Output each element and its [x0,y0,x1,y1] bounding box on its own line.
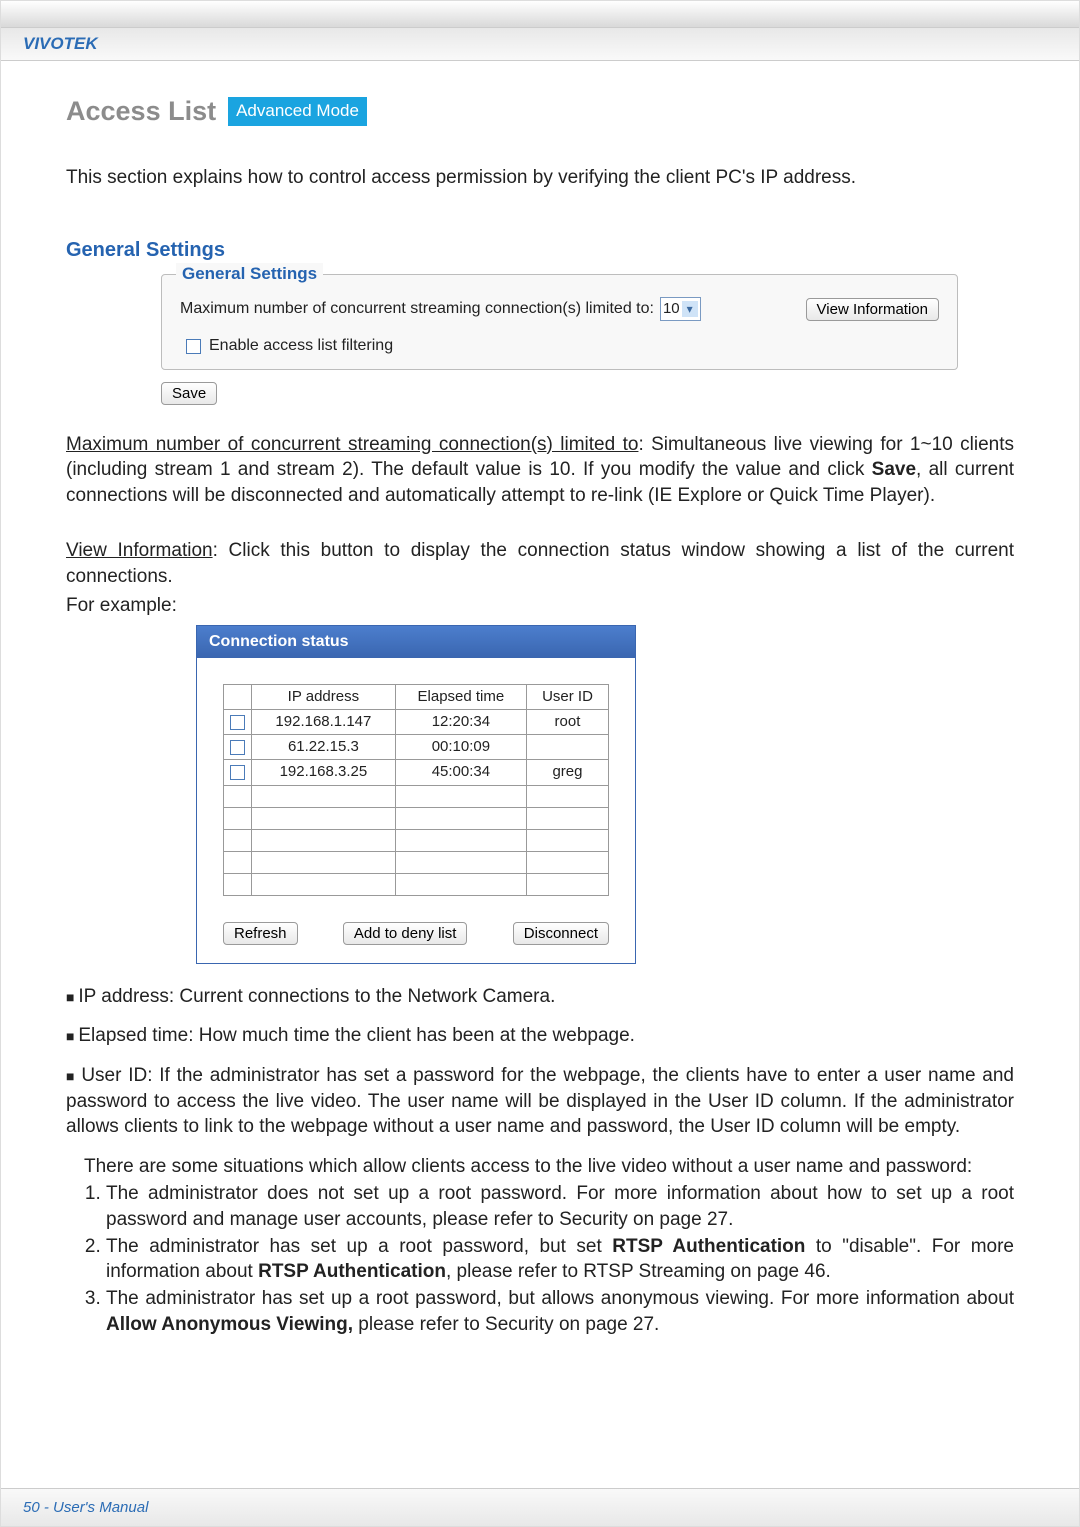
max-connections-label: Maximum number of concurrent streaming c… [180,298,654,320]
connection-status-panel: Connection status IP addressElapsed time… [196,625,636,964]
numbered-item-3: The administrator has set up a root pass… [106,1286,1014,1337]
cell-ip: 192.168.3.25 [252,760,396,785]
cell-elapsed: 12:20:34 [395,709,526,734]
cell-user: root [526,709,608,734]
add-to-deny-list-button[interactable]: Add to deny list [343,922,468,945]
table-row [224,873,609,895]
cell-elapsed [395,829,526,851]
advanced-mode-badge: Advanced Mode [228,97,367,126]
chevron-down-icon: ▾ [682,301,698,317]
table-row: 61.22.15.300:10:09 [224,735,609,760]
col-checkbox [224,684,252,709]
disconnect-button[interactable]: Disconnect [513,922,609,945]
numbered-item-1: The administrator does not set up a root… [106,1181,1014,1232]
row-checkbox[interactable] [230,715,245,730]
fieldset-legend: General Settings [176,263,323,286]
cell-ip [252,785,396,807]
row-checkbox[interactable] [230,740,245,755]
row-checkbox[interactable] [230,765,245,780]
cell-elapsed [395,785,526,807]
numbered-item-2: The administrator has set up a root pass… [106,1234,1014,1285]
cell-ip: 61.22.15.3 [252,735,396,760]
row-checkbox-cell [224,807,252,829]
cell-user [526,807,608,829]
col-user-id: User ID [526,684,608,709]
row-checkbox-cell [224,785,252,807]
cell-user [526,873,608,895]
view-information-button[interactable]: View Information [806,298,939,321]
page-title: Access List [66,93,216,129]
paragraph-max-connections: Maximum number of concurrent streaming c… [66,432,1014,509]
table-row: 192.168.3.2545:00:34greg [224,760,609,785]
col-ip-address: IP address [252,684,396,709]
cell-elapsed: 00:10:09 [395,735,526,760]
row-checkbox-cell [224,873,252,895]
cell-user: greg [526,760,608,785]
row-checkbox-cell [224,709,252,734]
cell-ip [252,829,396,851]
cell-user [526,735,608,760]
brand-text: VIVOTEK [23,34,98,54]
paragraph-view-information: View Information: Click this button to d… [66,538,1014,589]
footer-text: 50 - User's Manual [23,1499,148,1516]
paragraph-for-example: For example: [66,593,1014,619]
table-row [224,807,609,829]
max-connections-value: 10 [663,299,680,319]
bullet-user-id: User ID: If the administrator has set a … [66,1063,1014,1337]
footer-bar: 50 - User's Manual [1,1488,1079,1526]
cell-user [526,851,608,873]
cell-ip [252,807,396,829]
table-row [224,785,609,807]
cell-elapsed [395,807,526,829]
row-checkbox-cell [224,851,252,873]
cell-user [526,785,608,807]
table-row [224,829,609,851]
connection-status-table: IP addressElapsed timeUser ID 192.168.1.… [223,684,609,896]
cell-elapsed [395,851,526,873]
refresh-button[interactable]: Refresh [223,922,298,945]
section-heading: General Settings [66,237,1014,264]
intro-text: This section explains how to control acc… [66,165,1014,191]
row-checkbox-cell [224,829,252,851]
cell-elapsed [395,873,526,895]
general-settings-fieldset: General Settings Maximum number of concu… [161,274,958,370]
connection-status-title: Connection status [197,626,635,658]
row-checkbox-cell [224,735,252,760]
brand-bar: VIVOTEK [1,27,1079,61]
table-row: 192.168.1.14712:20:34root [224,709,609,734]
cell-ip [252,851,396,873]
bullet-elapsed-time: Elapsed time: How much time the client h… [66,1023,1014,1049]
enable-filtering-checkbox[interactable] [186,339,201,354]
col-elapsed-time: Elapsed time [395,684,526,709]
cell-ip: 192.168.1.147 [252,709,396,734]
cell-user [526,829,608,851]
cell-ip [252,873,396,895]
row-checkbox-cell [224,760,252,785]
cell-elapsed: 45:00:34 [395,760,526,785]
max-connections-select[interactable]: 10 ▾ [660,297,701,321]
enable-filtering-label: Enable access list filtering [209,335,393,357]
bullet-ip-address: IP address: Current connections to the N… [66,984,1014,1010]
table-row [224,851,609,873]
save-button[interactable]: Save [161,382,217,405]
